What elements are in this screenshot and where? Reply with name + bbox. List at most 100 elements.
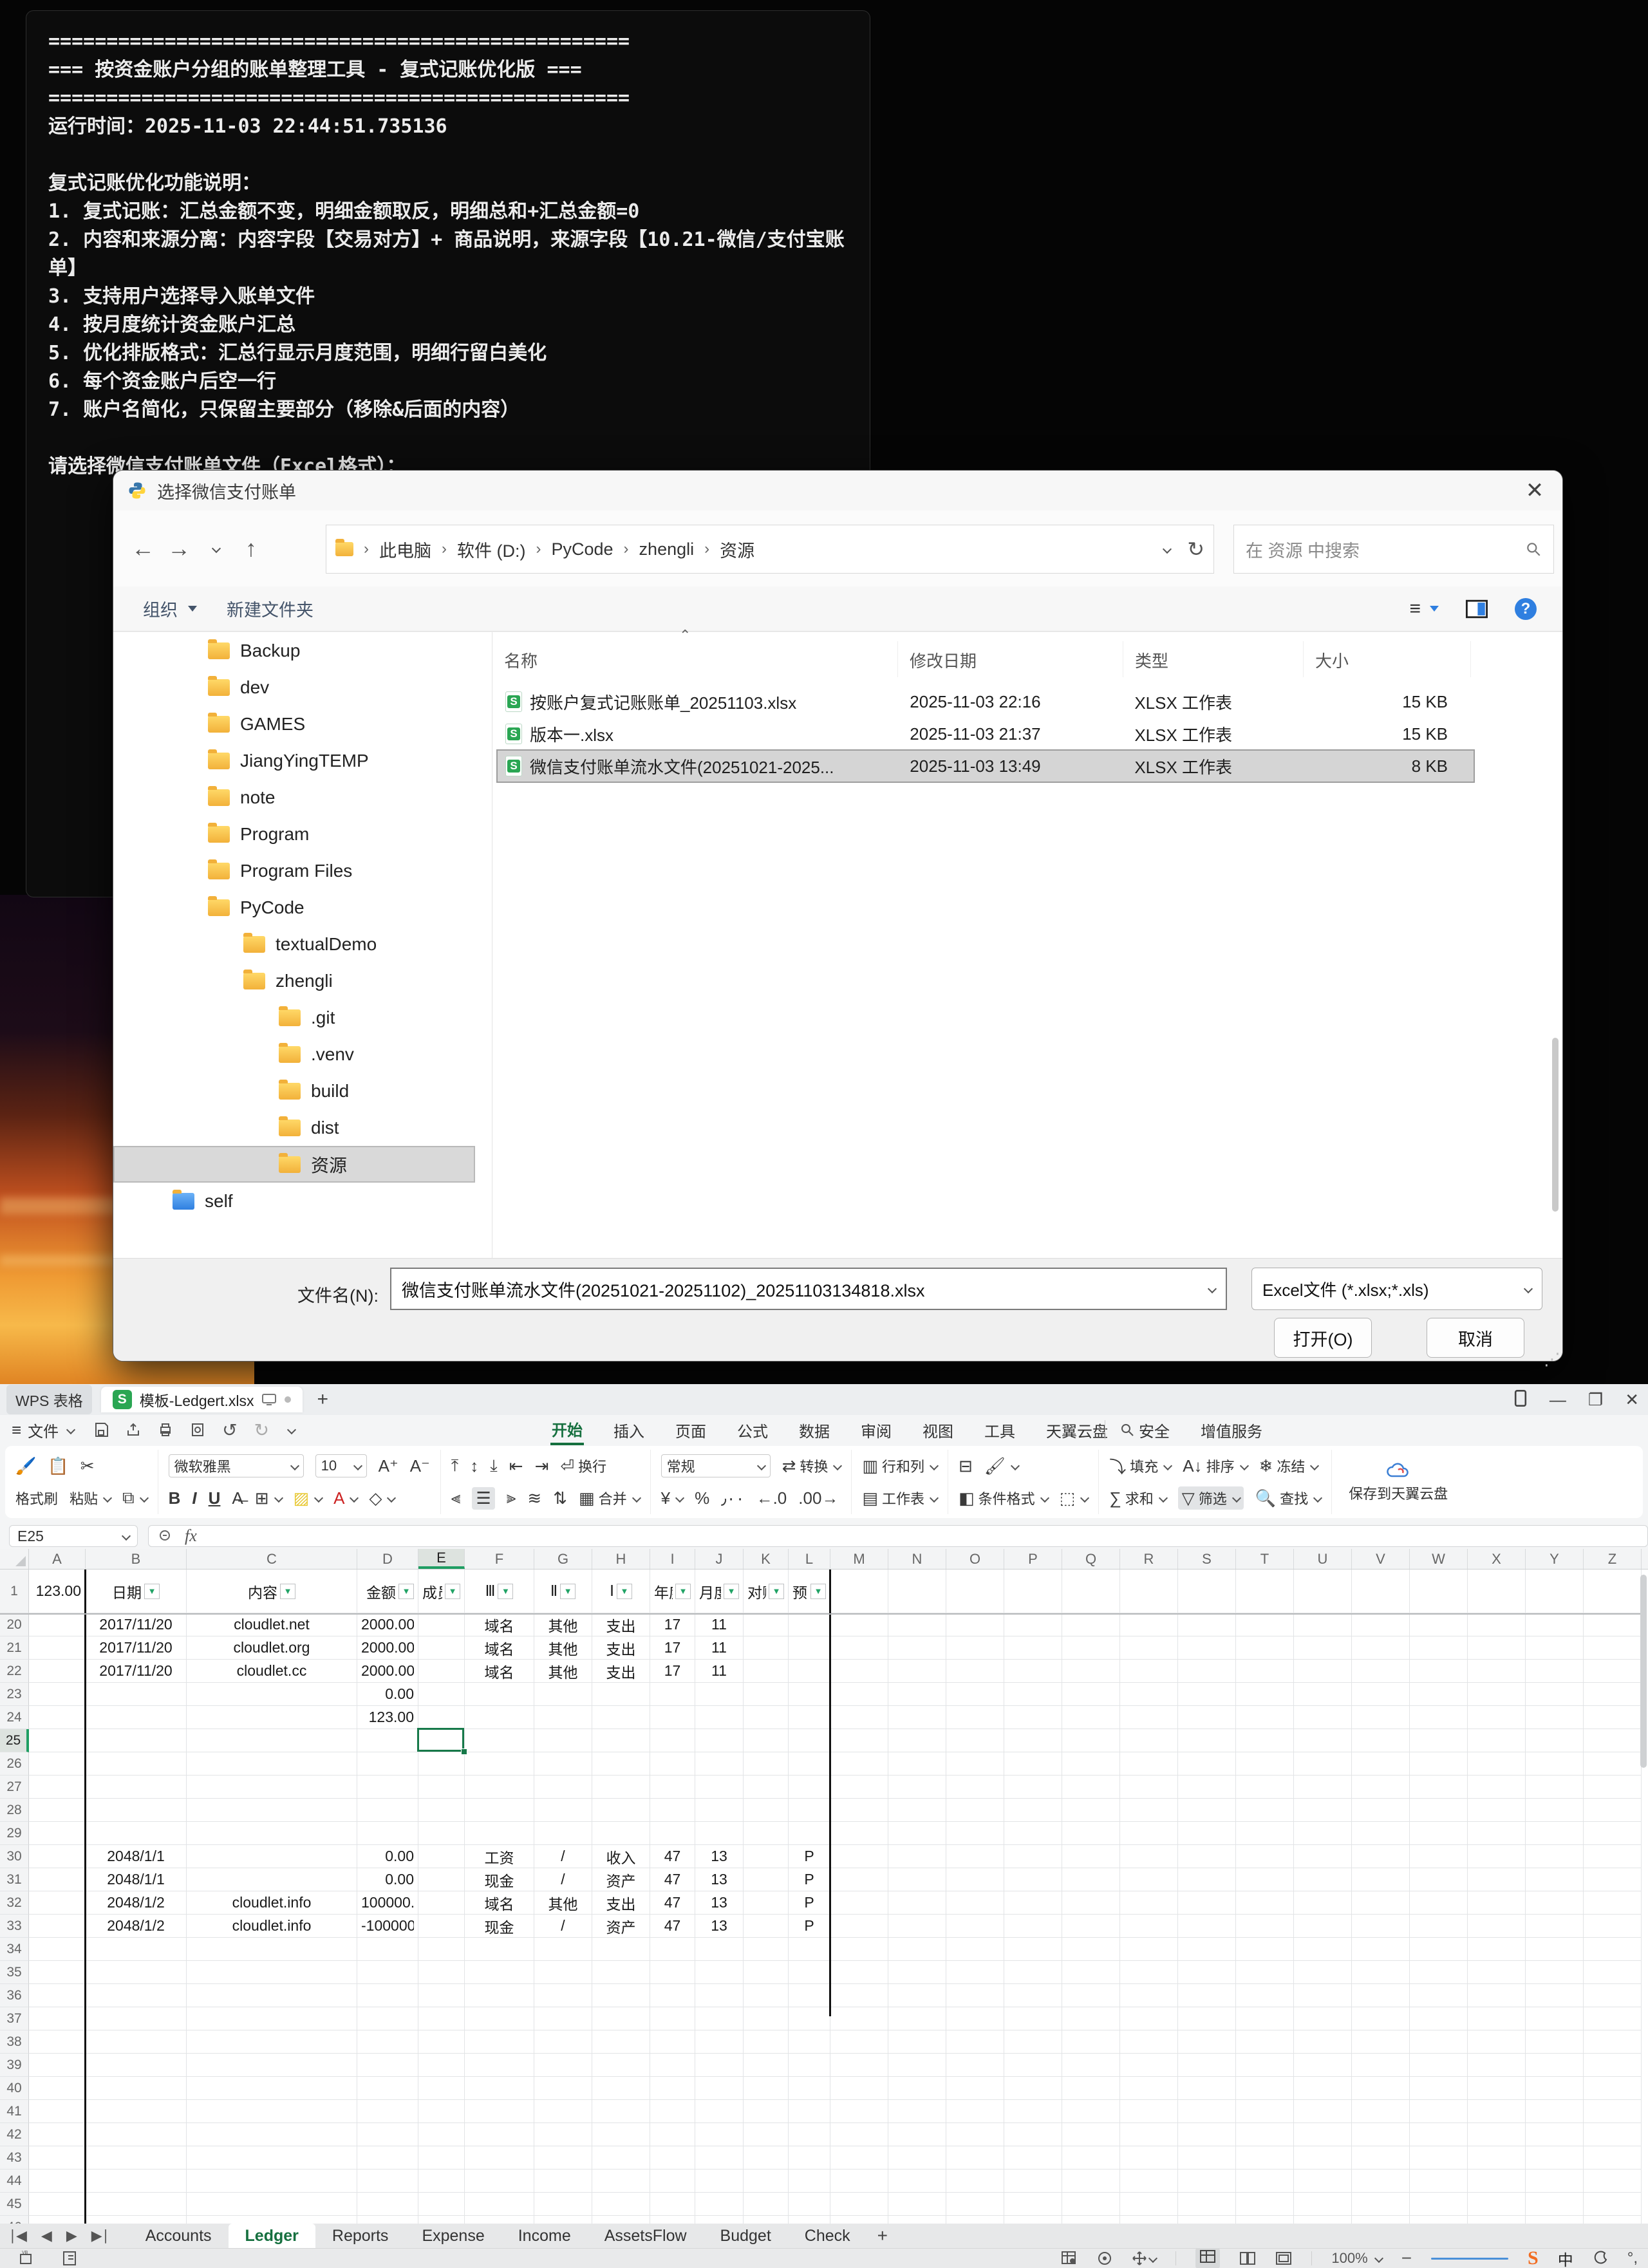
row-header-21[interactable]: 21 [0, 1636, 29, 1660]
cell-L37[interactable] [789, 2007, 830, 2030]
cell-A23[interactable] [29, 1683, 86, 1706]
cell-N20[interactable] [888, 1613, 946, 1636]
cell-D25[interactable] [357, 1729, 418, 1752]
cell-F28[interactable] [465, 1799, 534, 1822]
cell-U33[interactable] [1294, 1915, 1352, 1938]
cell-A41[interactable] [29, 2100, 86, 2123]
clear-format-button[interactable]: ◇ [369, 1488, 395, 1508]
align-center-icon[interactable]: ☰ [472, 1487, 494, 1510]
filter-button-C[interactable]: ▼ [280, 1584, 295, 1599]
cell-F43[interactable] [465, 2146, 534, 2170]
cell-O1[interactable] [946, 1570, 1004, 1613]
cell-Q40[interactable] [1062, 2077, 1120, 2100]
cell-B29[interactable] [86, 1822, 187, 1845]
cell-Q33[interactable] [1062, 1915, 1120, 1938]
vertical-scrollbar[interactable] [1640, 1575, 1647, 1768]
cell-Y22[interactable] [1526, 1660, 1584, 1683]
cell-F33[interactable]: 现金 [465, 1915, 534, 1938]
cell-V31[interactable] [1352, 1868, 1410, 1891]
cell-Y21[interactable] [1526, 1636, 1584, 1660]
row-header-45[interactable]: 45 [0, 2193, 29, 2216]
cell-I36[interactable] [650, 1984, 695, 2007]
cell-P25[interactable] [1004, 1729, 1062, 1752]
cell-L35[interactable] [789, 1961, 830, 1984]
menu-tab-数据[interactable]: 数据 [798, 1416, 831, 1444]
cell-W29[interactable] [1410, 1822, 1468, 1845]
cell-P33[interactable] [1004, 1915, 1062, 1938]
cell-E1[interactable]: 成员▼ [418, 1570, 465, 1613]
cell-E29[interactable] [418, 1822, 465, 1845]
cell-L40[interactable] [789, 2077, 830, 2100]
freeze-button[interactable]: ❄冻结 [1259, 1456, 1318, 1476]
cell-R32[interactable] [1120, 1891, 1178, 1915]
column-header-D[interactable]: D [357, 1549, 418, 1569]
cell-F23[interactable] [465, 1683, 534, 1706]
cell-G26[interactable] [534, 1752, 592, 1776]
cell-F29[interactable] [465, 1822, 534, 1845]
cell-V44[interactable] [1352, 2170, 1410, 2193]
cell-V38[interactable] [1352, 2030, 1410, 2054]
first-sheet-button[interactable]: ∣◀ [9, 2227, 27, 2244]
cell-U1[interactable] [1294, 1570, 1352, 1613]
cell-U29[interactable] [1294, 1822, 1352, 1845]
cell-N33[interactable] [888, 1915, 946, 1938]
cell-O20[interactable] [946, 1613, 1004, 1636]
cell-R24[interactable] [1120, 1706, 1178, 1729]
cell-F27[interactable] [465, 1776, 534, 1799]
cell-V29[interactable] [1352, 1822, 1410, 1845]
cell-Z21[interactable] [1584, 1636, 1642, 1660]
cell-I32[interactable]: 47 [650, 1891, 695, 1915]
cell-A31[interactable] [29, 1868, 86, 1891]
cell-T41[interactable] [1236, 2100, 1294, 2123]
cell-O27[interactable] [946, 1776, 1004, 1799]
cell-F26[interactable] [465, 1752, 534, 1776]
cell-K21[interactable] [744, 1636, 789, 1660]
cell-A21[interactable] [29, 1636, 86, 1660]
cell-Z24[interactable] [1584, 1706, 1642, 1729]
cell-S27[interactable] [1178, 1776, 1236, 1799]
cell-G20[interactable]: 其他 [534, 1613, 592, 1636]
cell-Y32[interactable] [1526, 1891, 1584, 1915]
sort-button[interactable]: A↓排序 [1183, 1456, 1247, 1476]
font-size-combo[interactable]: 10 [315, 1454, 367, 1477]
cell-O32[interactable] [946, 1891, 1004, 1915]
column-header-A[interactable]: A [29, 1549, 86, 1569]
cell-G39[interactable] [534, 2054, 592, 2077]
cell-G28[interactable] [534, 1799, 592, 1822]
cell-Z38[interactable] [1584, 2030, 1642, 2054]
sheet-tab-budget[interactable]: Budget [704, 2224, 788, 2248]
cell-U21[interactable] [1294, 1636, 1352, 1660]
cell-O31[interactable] [946, 1868, 1004, 1891]
font-color-button[interactable]: A [333, 1488, 357, 1508]
cell-I34[interactable] [650, 1938, 695, 1961]
cell-X42[interactable] [1468, 2123, 1526, 2146]
cell-R44[interactable] [1120, 2170, 1178, 2193]
cell-G42[interactable] [534, 2123, 592, 2146]
cell-E23[interactable] [418, 1683, 465, 1706]
cell-C25[interactable] [187, 1729, 357, 1752]
cell-P38[interactable] [1004, 2030, 1062, 2054]
cell-P41[interactable] [1004, 2100, 1062, 2123]
cell-B41[interactable] [86, 2100, 187, 2123]
cell-S28[interactable] [1178, 1799, 1236, 1822]
cell-T33[interactable] [1236, 1915, 1294, 1938]
cell-J20[interactable]: 11 [695, 1613, 744, 1636]
cell-B1[interactable]: 日期▼ [86, 1570, 187, 1613]
cell-C30[interactable] [187, 1845, 357, 1868]
list-view-button[interactable]: ≡ [1409, 598, 1439, 620]
comma-style-button[interactable]: ٫٠٠ [721, 1488, 744, 1508]
cell-W43[interactable] [1410, 2146, 1468, 2170]
cell-Q22[interactable] [1062, 1660, 1120, 1683]
cell-F40[interactable] [465, 2077, 534, 2100]
cell-J29[interactable] [695, 1822, 744, 1845]
align-top-icon[interactable]: ⤒ [451, 1456, 459, 1476]
cell-X27[interactable] [1468, 1776, 1526, 1799]
column-header-U[interactable]: U [1294, 1549, 1352, 1569]
sidebar-item-dist[interactable]: dist [113, 1109, 475, 1146]
cell-N41[interactable] [888, 2100, 946, 2123]
cell-G43[interactable] [534, 2146, 592, 2170]
input-method-icon[interactable]: 中 [1558, 2247, 1573, 2268]
cell-M29[interactable] [830, 1822, 888, 1845]
cell-S42[interactable] [1178, 2123, 1236, 2146]
cell-R27[interactable] [1120, 1776, 1178, 1799]
